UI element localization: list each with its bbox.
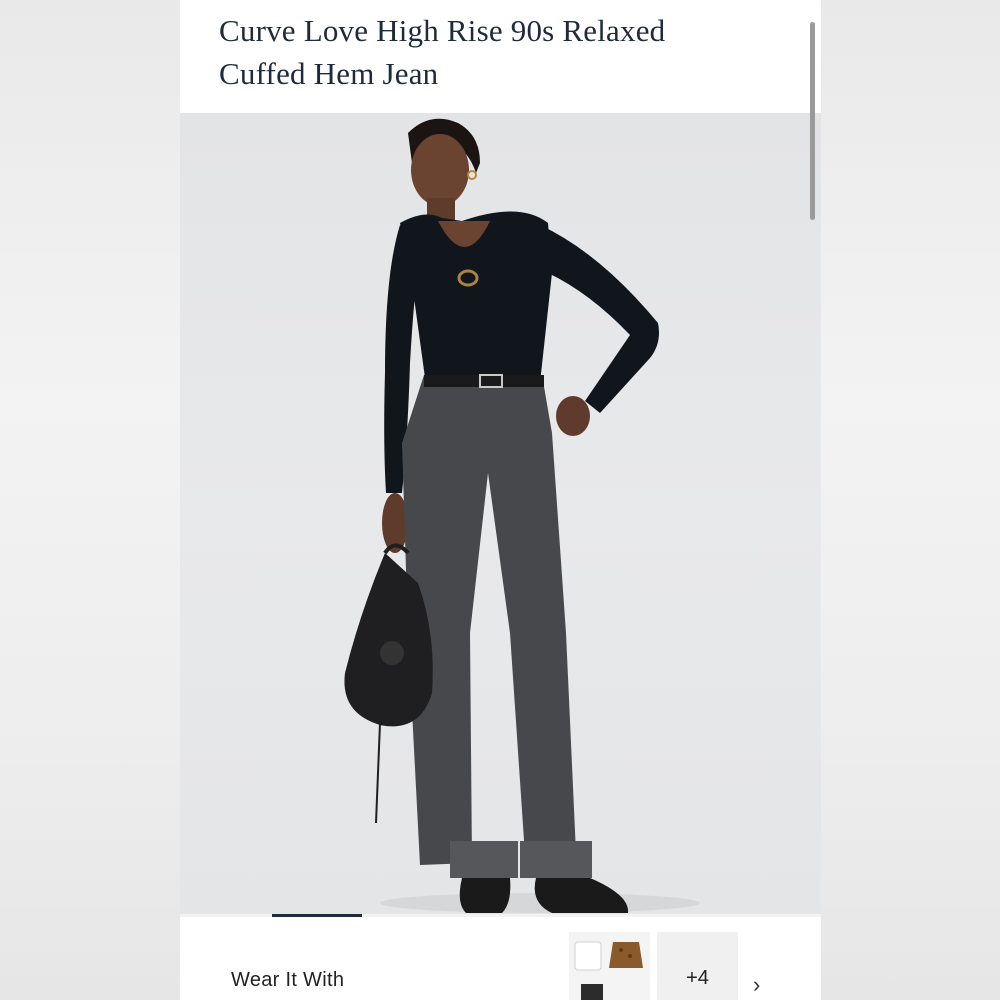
product-header: Curve Love High Rise 90s Relaxed Cuffed … bbox=[180, 0, 821, 113]
outfit-items-icon bbox=[574, 941, 643, 1000]
product-title: Curve Love High Rise 90s Relaxed Cuffed … bbox=[219, 9, 739, 95]
left-blurred-background bbox=[0, 0, 180, 1000]
scrollbar[interactable] bbox=[810, 22, 815, 220]
wear-it-with-label: Wear It With bbox=[231, 969, 345, 991]
outfit-thumbnail[interactable] bbox=[569, 932, 650, 1000]
product-title-line-2: Cuffed Hem Jean bbox=[219, 56, 439, 91]
chevron-right-icon[interactable]: › bbox=[753, 972, 760, 998]
product-title-line-1: Curve Love High Rise 90s Relaxed bbox=[219, 13, 666, 48]
product-image[interactable] bbox=[180, 113, 821, 916]
phone-screen: Curve Love High Rise 90s Relaxed Cuffed … bbox=[180, 0, 821, 1000]
wear-it-with-section[interactable]: Wear It With +4 › bbox=[180, 917, 821, 1000]
more-items-count: +4 bbox=[686, 967, 709, 989]
model-illustration bbox=[344, 118, 700, 913]
more-items-thumbnail[interactable]: +4 bbox=[657, 932, 738, 1000]
right-blurred-background bbox=[820, 0, 1000, 1000]
